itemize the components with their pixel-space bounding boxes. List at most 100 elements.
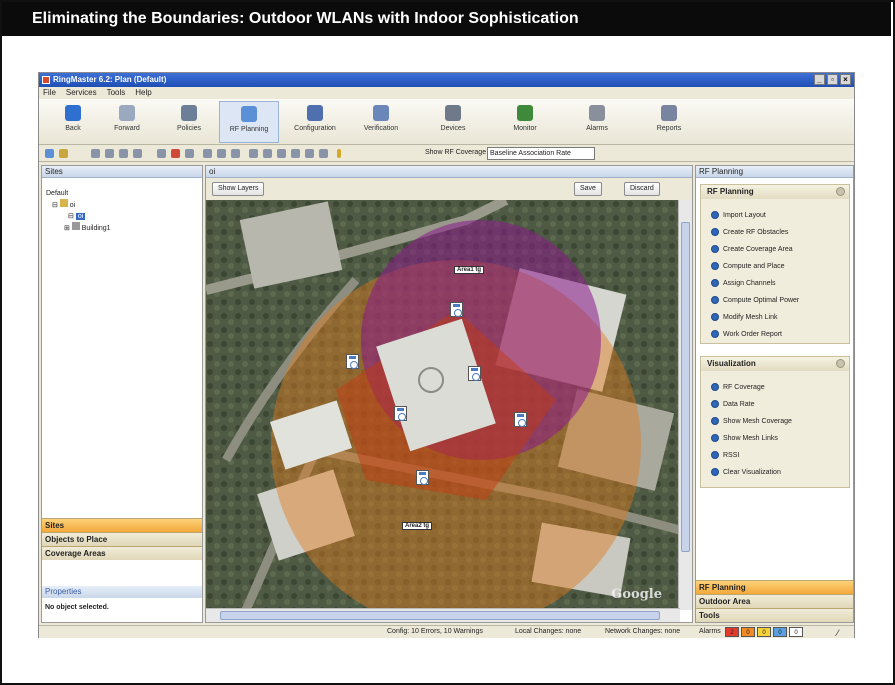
devices-icon — [445, 105, 461, 121]
marker-tool-icon[interactable] — [171, 149, 180, 158]
policies-button[interactable]: Policies — [159, 101, 219, 143]
menu-services[interactable]: Services — [66, 87, 97, 99]
building-tool-3-icon[interactable] — [291, 149, 300, 158]
viz-show-mesh-links[interactable]: Show Mesh Links — [701, 430, 849, 447]
verification-button[interactable]: Verification — [351, 101, 411, 143]
task-create-coverage-area[interactable]: Create Coverage Area — [701, 241, 849, 258]
task-work-order-report[interactable]: Work Order Report — [701, 326, 849, 343]
task-modify-mesh-link[interactable]: Modify Mesh Link — [701, 309, 849, 326]
visualization-section: Visualization RF Coverage Data Rate Show… — [700, 356, 850, 488]
access-point-4[interactable] — [394, 406, 407, 421]
tree-node-selected[interactable]: ⊟ oi — [46, 211, 202, 222]
task-arrow-icon — [711, 279, 719, 288]
horizontal-scroll-thumb[interactable] — [220, 611, 660, 620]
tree-node-building[interactable]: ⊞ Building1 — [46, 222, 202, 234]
access-point-5[interactable] — [514, 412, 527, 427]
access-point-2[interactable] — [346, 354, 359, 369]
vertical-scroll-thumb[interactable] — [681, 222, 690, 552]
viz-data-rate[interactable]: Data Rate — [701, 396, 849, 413]
menu-help[interactable]: Help — [135, 87, 151, 99]
task-compute-and-place[interactable]: Compute and Place — [701, 258, 849, 275]
rf-planning-section-header[interactable]: RF Planning — [701, 185, 849, 199]
configuration-button[interactable]: Configuration — [285, 101, 345, 143]
rotate-tool-icon[interactable] — [157, 149, 166, 158]
menu-tools[interactable]: Tools — [107, 87, 126, 99]
collapse-icon[interactable] — [836, 187, 845, 196]
sites-tree: Default ⊟ oi ⊟ oi ⊞ Building1 — [42, 178, 202, 234]
building-tool-2-icon[interactable] — [277, 149, 286, 158]
discard-button[interactable]: Discard — [624, 182, 660, 196]
satellite-map[interactable]: Area1 tg Area2 tg Google — [206, 200, 680, 610]
accordion-tools[interactable]: Tools — [696, 608, 853, 622]
viz-rf-coverage[interactable]: RF Coverage — [701, 379, 849, 396]
accordion-outdoor-area[interactable]: Outdoor Area — [696, 594, 853, 608]
sites-panel-header: Sites — [42, 166, 202, 178]
access-point-6[interactable] — [416, 470, 429, 485]
alarm-info[interactable]: 0 — [789, 627, 803, 637]
tree-node-default[interactable]: Default — [46, 188, 202, 199]
zoom-out-icon[interactable] — [105, 149, 114, 158]
task-import-layout[interactable]: Import Layout — [701, 207, 849, 224]
area-label-2[interactable]: Area2 tg — [402, 522, 433, 530]
building-tool-4-icon[interactable] — [305, 149, 314, 158]
select-tool-icon[interactable] — [45, 149, 54, 158]
coverage-select[interactable]: Baseline Association Rate — [487, 147, 595, 160]
map-horizontal-scrollbar[interactable] — [206, 608, 680, 622]
visualization-section-header[interactable]: Visualization — [701, 357, 849, 371]
corner-tool-icon[interactable] — [231, 149, 240, 158]
show-layers-button[interactable]: Show Layers — [212, 182, 265, 196]
menu-file[interactable]: File — [43, 87, 56, 99]
save-button[interactable]: Save — [574, 182, 602, 196]
alarm-warning[interactable]: 0 — [773, 627, 787, 637]
rf-planning-button[interactable]: RF Planning — [219, 101, 279, 143]
accordion-rf-planning[interactable]: RF Planning — [696, 580, 853, 594]
back-button[interactable]: Back — [43, 101, 103, 143]
accordion-objects-to-place[interactable]: Objects to Place — [42, 532, 202, 546]
monitor-button[interactable]: Monitor — [495, 101, 555, 143]
map-toolbar: Show RF Coverage using: Baseline Associa… — [39, 146, 854, 162]
policies-icon — [181, 105, 197, 121]
circle-tool-icon[interactable] — [217, 149, 226, 158]
pan-tool-icon[interactable] — [133, 149, 142, 158]
task-assign-channels[interactable]: Assign Channels — [701, 275, 849, 292]
grid-tool-icon[interactable] — [203, 149, 212, 158]
alarm-major[interactable]: 0 — [741, 627, 755, 637]
reports-button[interactable]: Reports — [639, 101, 699, 143]
viz-clear-visualization[interactable]: Clear Visualization — [701, 464, 849, 481]
map-tools-bar: Show Layers Save Discard — [206, 178, 692, 200]
task-arrow-icon — [711, 417, 719, 426]
resize-grip-icon[interactable]: ⁄ — [837, 628, 839, 638]
tree-node-site[interactable]: ⊟ oi — [46, 199, 202, 211]
chart-tool-icon[interactable] — [249, 149, 258, 158]
alarms-button[interactable]: Alarms — [567, 101, 627, 143]
task-compute-optimal-power[interactable]: Compute Optimal Power — [701, 292, 849, 309]
building-tool-1-icon[interactable] — [263, 149, 272, 158]
alarm-minor[interactable]: 0 — [757, 627, 771, 637]
close-button[interactable]: × — [840, 74, 851, 85]
area-label-1[interactable]: Area1 tg — [454, 266, 485, 274]
task-create-rf-obstacles[interactable]: Create RF Obstacles — [701, 224, 849, 241]
devices-button[interactable]: Devices — [423, 101, 483, 143]
accordion-sites[interactable]: Sites — [42, 518, 202, 532]
zoom-fit-icon[interactable] — [119, 149, 128, 158]
flag-tool-icon[interactable] — [319, 149, 328, 158]
rf-planning-section: RF Planning Import Layout Create RF Obst… — [700, 184, 850, 344]
access-point-1[interactable] — [450, 302, 463, 317]
map-vertical-scrollbar[interactable] — [678, 200, 692, 610]
viz-rssi[interactable]: RSSI — [701, 447, 849, 464]
access-point-3[interactable] — [468, 366, 481, 381]
collapse-icon[interactable] — [836, 359, 845, 368]
ringmaster-window: RingMaster 6.2: Plan (Default) _ ▫ × Fil… — [38, 72, 855, 638]
accordion-coverage-areas[interactable]: Coverage Areas — [42, 546, 202, 560]
maximize-button[interactable]: ▫ — [827, 74, 838, 85]
alarm-critical[interactable]: 2 — [725, 627, 739, 637]
map-tab[interactable]: oi — [206, 166, 692, 178]
minimize-button[interactable]: _ — [814, 74, 825, 85]
zoom-in-icon[interactable] — [91, 149, 100, 158]
viz-show-mesh-coverage[interactable]: Show Mesh Coverage — [701, 413, 849, 430]
forward-button[interactable]: Forward — [97, 101, 157, 143]
info-tool-icon[interactable] — [337, 149, 341, 158]
status-bar: Config: 10 Errors, 10 Warnings Local Cha… — [39, 625, 854, 638]
pencil-tool-icon[interactable] — [59, 149, 68, 158]
redo-tool-icon[interactable] — [185, 149, 194, 158]
